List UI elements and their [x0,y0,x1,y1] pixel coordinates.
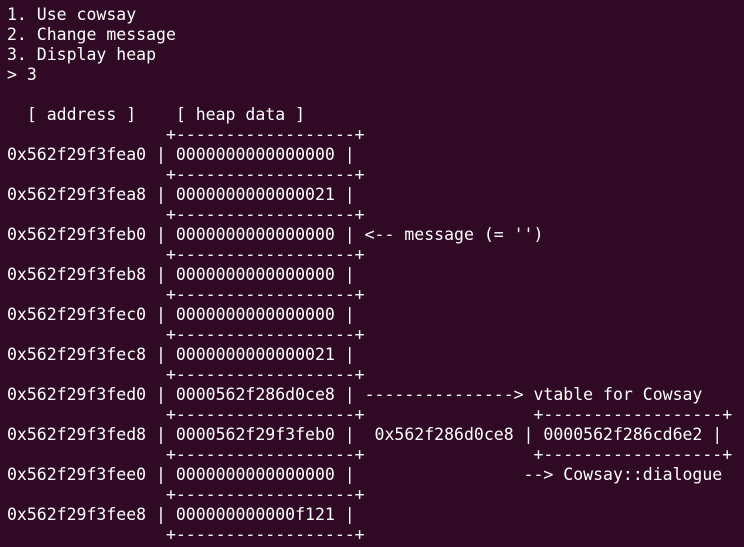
heap-border: +------------------+ [7,205,365,224]
terminal-window[interactable]: 1. Use cowsay 2. Change message 3. Displ… [0,0,744,547]
heap-row-vtable-pointer: 0x562f29f3fed0 | 0000562f286d0ce8 | ----… [7,385,703,404]
heap-row: 0x562f29f3fec8 | 0000000000000021 | [7,345,355,364]
heap-border: +------------------+ [7,325,365,344]
prompt-input-line: > 3 [7,65,37,84]
menu-item-change-message: 2. Change message [7,25,176,44]
heap-table-header: [ address ] [ heap data ] [7,105,306,124]
heap-border-vtable: +------------------+ +------------------… [7,445,733,464]
heap-border: +------------------+ [7,285,365,304]
heap-row: 0x562f29f3fee8 | 000000000000f121 | [7,505,355,524]
heap-border: +------------------+ [7,245,365,264]
heap-border: +------------------+ [7,125,365,144]
menu-item-use-cowsay: 1. Use cowsay [7,5,137,24]
heap-row: 0x562f29f3feb8 | 0000000000000000 | [7,265,355,284]
heap-border: +------------------+ [7,485,365,504]
heap-row-dialogue: 0x562f29f3fee0 | 0000000000000000 | --> … [7,465,723,484]
heap-row-vtable-entry: 0x562f29f3fed8 | 0000562f29f3feb0 | 0x56… [7,425,723,444]
heap-row: 0x562f29f3fea8 | 0000000000000021 | [7,185,355,204]
heap-border: +------------------+ [7,165,365,184]
heap-border: +------------------+ [7,525,365,544]
heap-row: 0x562f29f3fec0 | 0000000000000000 | [7,305,355,324]
heap-border: +------------------+ [7,365,365,384]
heap-row: 0x562f29f3fea0 | 0000000000000000 | [7,145,355,164]
heap-border-vtable: +------------------+ +------------------… [7,405,733,424]
heap-row-message: 0x562f29f3feb0 | 0000000000000000 | <-- … [7,225,544,244]
menu-item-display-heap: 3. Display heap [7,45,157,64]
